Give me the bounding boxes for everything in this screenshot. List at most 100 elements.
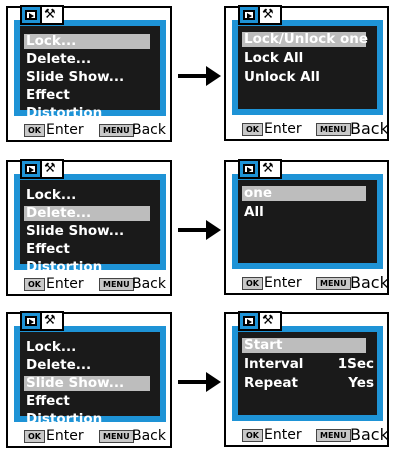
right-arrow-icon <box>178 372 221 392</box>
back-label: Back <box>132 122 166 138</box>
menu-item-label: Delete... <box>26 51 92 67</box>
setup-tab[interactable]: ⚒ <box>258 159 282 179</box>
menu-item[interactable]: Distortion <box>24 412 102 427</box>
menu-tabs: ⚒ <box>238 159 286 181</box>
menu-item-label: Lock All <box>244 50 304 66</box>
lcd-screen: Lock... Delete... Slide Show... Effect Disto… <box>14 326 166 427</box>
enter-label: Enter <box>264 427 302 443</box>
lcd-display: Lock/Unlock one Lock All Unlock All <box>238 26 377 109</box>
menu-item[interactable]: Lock... <box>24 340 76 355</box>
back-label: Back <box>132 428 166 444</box>
wrench-icon: ⚒ <box>262 7 274 22</box>
setup-tab[interactable]: ⚒ <box>40 5 64 25</box>
menu-item[interactable]: Lock All <box>242 51 303 66</box>
right-menu-panel: Lock/Unlock one Lock All Unlock All ⚒ OK Ente… <box>224 5 389 141</box>
right-arrow-icon <box>178 220 221 240</box>
button-legend: OK Enter MENU Back <box>226 119 389 139</box>
menu-item-label: Repeat <box>244 375 298 391</box>
enter-label: Enter <box>46 276 84 292</box>
menu-item-label: Effect <box>26 241 70 257</box>
lcd-display: Lock... Delete... Slide Show... Effect Disto… <box>20 332 160 427</box>
enter-label: Enter <box>46 428 84 444</box>
wrench-icon: ⚒ <box>262 313 274 328</box>
wrench-icon: ⚒ <box>262 161 274 176</box>
menu-item-label: Interval <box>244 356 304 372</box>
wrench-icon: ⚒ <box>44 7 56 22</box>
ok-key: OK <box>24 430 45 443</box>
wrench-icon: ⚒ <box>44 313 56 328</box>
menu-item[interactable]: Slide Show... <box>24 224 124 239</box>
playback-tab[interactable] <box>238 5 260 25</box>
menu-item[interactable]: Interval 1Sec <box>242 357 374 372</box>
menu-item-label: Delete... <box>26 205 92 221</box>
menu-item[interactable]: Distortion <box>24 260 102 275</box>
lcd-display: Lock... Delete... Slide Show... Effect Disto… <box>20 26 160 121</box>
menu-key: MENU <box>316 429 351 442</box>
menu-item-label: Lock... <box>26 33 77 49</box>
playback-tab[interactable] <box>20 159 42 179</box>
menu-item[interactable]: one <box>242 186 366 201</box>
playback-tab[interactable] <box>238 159 260 179</box>
lcd-display: one All <box>238 180 377 263</box>
menu-item-label: Distortion <box>26 259 103 275</box>
enter-label: Enter <box>46 122 84 138</box>
menu-key: MENU <box>316 277 351 290</box>
button-legend: OK Enter MENU Back <box>8 426 170 446</box>
left-menu-panel: Lock... Delete... Slide Show... Effect Disto… <box>6 311 172 448</box>
playback-tab[interactable] <box>238 311 260 331</box>
menu-item[interactable]: Effect <box>24 242 70 257</box>
ok-key: OK <box>242 277 263 290</box>
playback-icon <box>25 10 37 20</box>
menu-item[interactable]: Effect <box>24 394 70 409</box>
menu-item-label: Distortion <box>26 105 103 121</box>
menu-tabs: ⚒ <box>20 311 68 333</box>
menu-item-label: Unlock All <box>244 69 320 85</box>
menu-item[interactable]: Slide Show... <box>24 376 150 391</box>
menu-item-label: Effect <box>26 87 70 103</box>
menu-item-label: Delete... <box>26 357 92 373</box>
menu-item[interactable]: Unlock All <box>242 70 320 85</box>
menu-item[interactable]: Delete... <box>24 52 91 67</box>
menu-item[interactable]: All <box>242 205 264 220</box>
ok-key: OK <box>242 123 263 136</box>
menu-key: MENU <box>99 278 134 291</box>
right-menu-panel: Start Interval 1Sec Repeat Yes ⚒ OK Enter MENU Ba… <box>224 311 389 447</box>
wrench-icon: ⚒ <box>44 161 56 176</box>
back-label: Back <box>350 273 389 292</box>
menu-item-label: Lock... <box>26 339 77 355</box>
ok-key: OK <box>24 124 45 137</box>
menu-item[interactable]: Lock/Unlock one <box>242 31 368 47</box>
playback-tab[interactable] <box>20 311 42 331</box>
playback-tab[interactable] <box>20 5 42 25</box>
setup-tab[interactable]: ⚒ <box>40 159 64 179</box>
setup-tab[interactable]: ⚒ <box>40 311 64 331</box>
lcd-screen: Start Interval 1Sec Repeat Yes <box>232 326 383 421</box>
right-arrow-icon <box>178 66 221 86</box>
setup-tab[interactable]: ⚒ <box>258 5 282 25</box>
menu-item[interactable]: Distortion <box>24 106 102 121</box>
playback-icon <box>25 316 37 326</box>
menu-item[interactable]: Lock... <box>24 34 150 49</box>
back-label: Back <box>350 119 389 138</box>
menu-item[interactable]: Repeat Yes <box>242 376 374 391</box>
menu-item[interactable]: Start <box>242 338 366 353</box>
lcd-display: Lock... Delete... Slide Show... Effect Disto… <box>20 180 160 275</box>
enter-label: Enter <box>264 121 302 137</box>
back-label: Back <box>132 276 166 292</box>
playback-icon <box>243 164 255 174</box>
menu-item[interactable]: Delete... <box>24 358 91 373</box>
menu-tabs: ⚒ <box>20 5 68 27</box>
button-legend: OK Enter MENU Back <box>8 120 170 140</box>
menu-item[interactable]: Delete... <box>24 206 150 221</box>
menu-item-label: Lock/Unlock one <box>244 31 368 47</box>
ok-key: OK <box>242 429 263 442</box>
setup-tab[interactable]: ⚒ <box>258 311 282 331</box>
button-legend: OK Enter MENU Back <box>226 425 389 445</box>
left-menu-panel: Lock... Delete... Slide Show... Effect Disto… <box>6 5 172 142</box>
button-legend: OK Enter MENU Back <box>8 274 170 294</box>
menu-item[interactable]: Slide Show... <box>24 70 124 85</box>
menu-item[interactable]: Lock... <box>24 188 76 203</box>
menu-item[interactable]: Effect <box>24 88 70 103</box>
left-menu-panel: Lock... Delete... Slide Show... Effect Disto… <box>6 159 172 296</box>
lcd-screen: one All <box>232 174 383 269</box>
